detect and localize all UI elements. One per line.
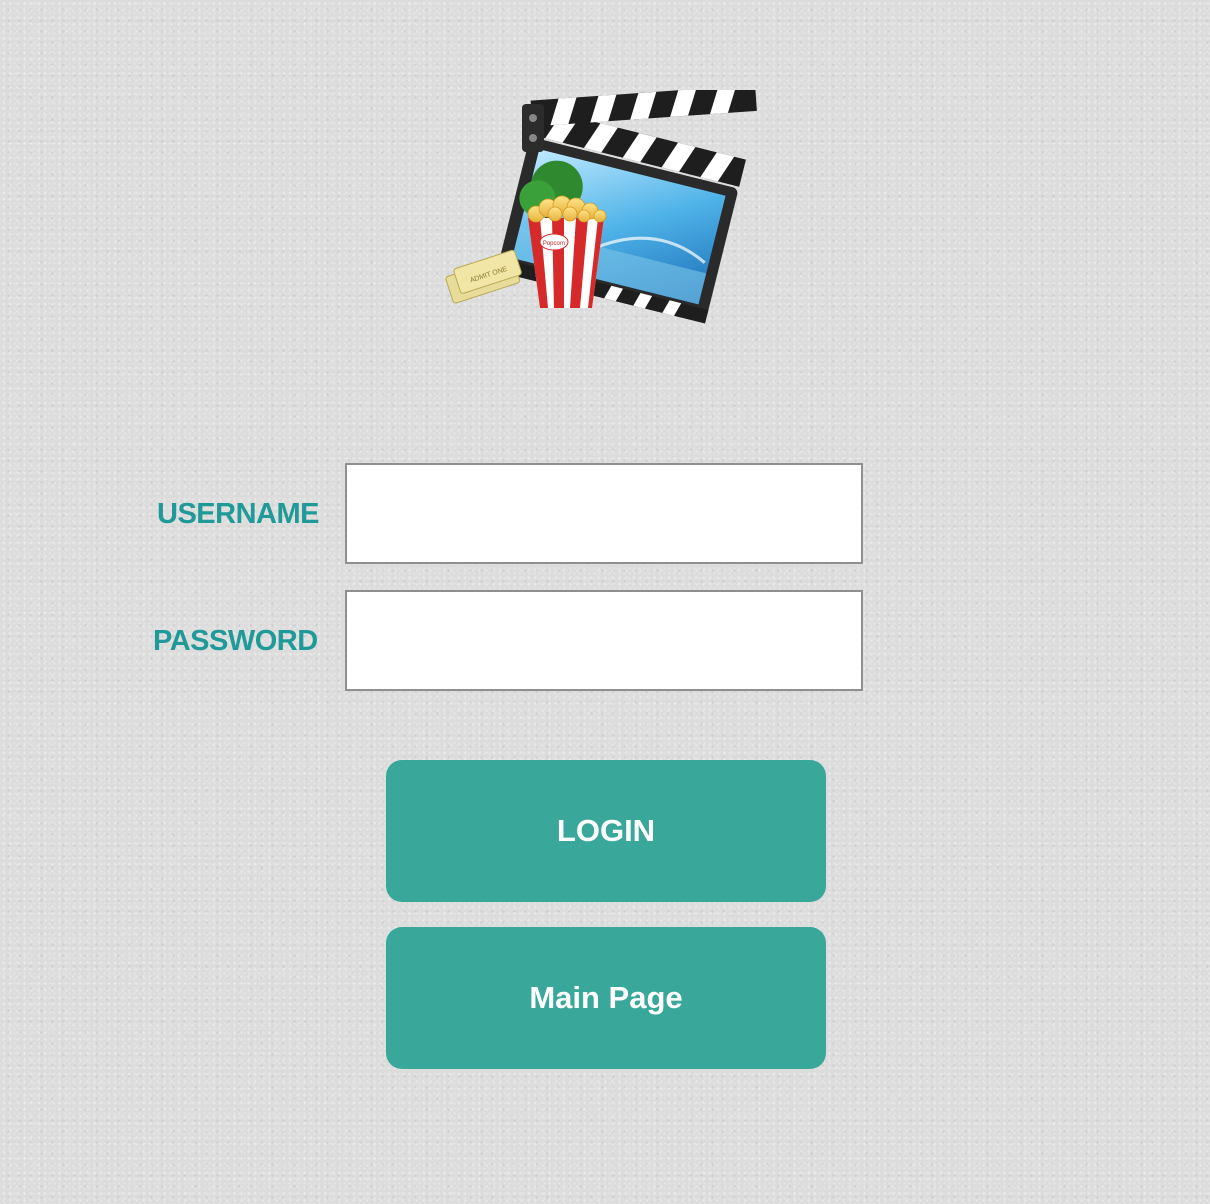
username-label: USERNAME (157, 498, 319, 530)
popcorn-label: Popcorn (543, 241, 565, 247)
main-page-button[interactable]: Main Page (386, 927, 826, 1069)
password-input[interactable] (345, 590, 863, 691)
username-input[interactable] (345, 463, 863, 564)
movie-logo: ADMIT ONE Popcorn (440, 90, 770, 330)
password-label: PASSWORD (153, 625, 318, 657)
login-button[interactable]: LOGIN (386, 760, 826, 902)
clapperboard-icon: ADMIT ONE Popcorn (445, 90, 757, 324)
